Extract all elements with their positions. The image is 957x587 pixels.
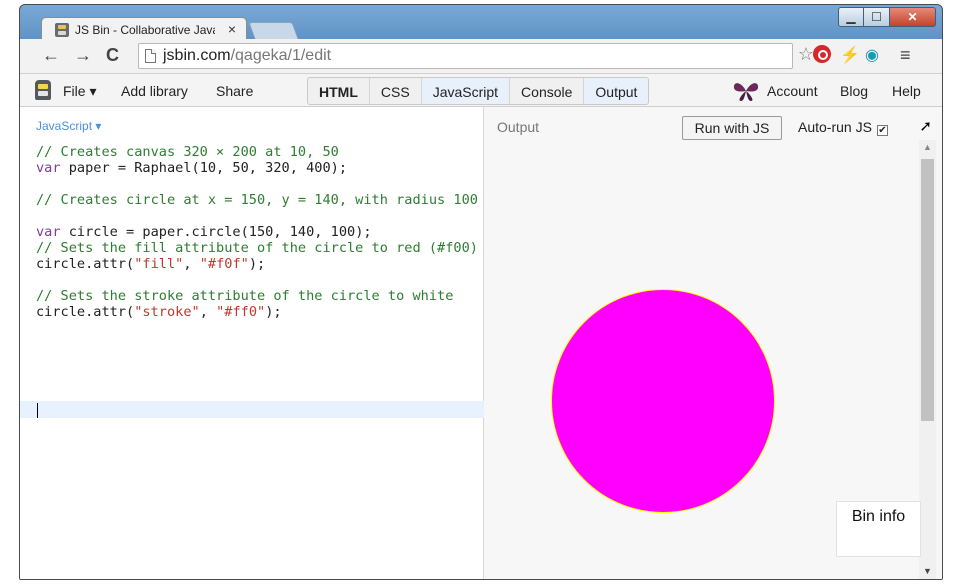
window-controls: ▁ ☐ ✕: [838, 7, 936, 27]
output-panel: Output Run with JS Auto-run JS ✔ ➚ ▲ ▼ Bi…: [484, 107, 942, 579]
help-link[interactable]: Help: [892, 83, 921, 99]
blog-link[interactable]: Blog: [840, 83, 868, 99]
hamburger-menu-icon[interactable]: ≡: [900, 45, 918, 65]
code-line[interactable]: var circle = paper.circle(150, 140, 100)…: [36, 224, 481, 240]
back-arrow-icon[interactable]: ←: [42, 45, 60, 66]
jsbin-toolbar: File ▾ Add library Share HTML CSS JavaSc…: [20, 73, 942, 107]
scrollbar-thumb[interactable]: [921, 159, 934, 421]
autorun-label: Auto-run JS: [798, 119, 872, 135]
text-caret: [37, 403, 38, 418]
code-line[interactable]: [36, 208, 481, 224]
adblock-icon[interactable]: [813, 45, 831, 63]
url-host: jsbin.com: [163, 47, 231, 64]
code-line[interactable]: [36, 176, 481, 192]
tab-javascript[interactable]: JavaScript: [421, 78, 511, 104]
tab-output[interactable]: Output: [584, 78, 649, 104]
browser-window: JS Bin - Collaborative Java × ▁ ☐ ✕ ← → …: [19, 4, 943, 580]
maximize-icon[interactable]: ☐: [864, 7, 890, 27]
scroll-up-icon[interactable]: ▲: [923, 142, 932, 152]
forward-arrow-icon[interactable]: →: [74, 45, 92, 66]
account-link[interactable]: Account: [767, 83, 818, 99]
output-label: Output: [497, 119, 540, 135]
panel-tabs: HTML CSS JavaScript Console Output: [307, 77, 650, 105]
extension-wifi-icon[interactable]: ◉: [865, 45, 883, 64]
code-line[interactable]: // Creates canvas 320 × 200 at 10, 50: [36, 144, 481, 160]
code-line[interactable]: // Sets the stroke attribute of the circ…: [36, 288, 481, 304]
minimize-icon[interactable]: ▁: [838, 7, 864, 27]
jsbin-favicon-icon: [55, 23, 69, 37]
url-path: /qageka/1/edit: [230, 47, 332, 64]
code-line[interactable]: // Creates circle at x = 150, y = 140, w…: [36, 192, 481, 208]
scroll-down-icon[interactable]: ▼: [923, 566, 932, 576]
add-library-button[interactable]: Add library: [121, 83, 188, 99]
extension-chart-icon[interactable]: ⚡: [840, 45, 860, 64]
raphael-circle: [551, 289, 775, 513]
address-bar[interactable]: jsbin.com/qageka/1/edit ☆: [138, 43, 814, 69]
run-with-js-button[interactable]: Run with JS: [682, 116, 782, 140]
reload-icon[interactable]: C: [106, 45, 119, 66]
code-line[interactable]: var paper = Raphael(10, 50, 320, 400);: [36, 160, 481, 176]
share-button[interactable]: Share: [216, 83, 253, 99]
jsbin-workspace: JavaScript ▾ // Creates canvas 320 × 200…: [20, 107, 942, 579]
browser-chrome: ← → C jsbin.com/qageka/1/edit ☆ ⚡ ◉ ≡ Fi…: [20, 39, 942, 107]
page-icon: [145, 49, 156, 63]
autorun-checkbox[interactable]: ✔: [876, 125, 888, 136]
code-line[interactable]: // Sets the fill attribute of the circle…: [36, 240, 481, 256]
bin-info-button[interactable]: Bin info: [836, 501, 921, 557]
output-scrollbar[interactable]: ▲ ▼: [919, 140, 936, 579]
bookmark-star-icon[interactable]: ☆: [798, 44, 814, 65]
url-text: jsbin.com/qageka/1/edit: [163, 47, 331, 65]
code-line[interactable]: circle.attr("stroke", "#ff0");: [36, 304, 481, 320]
autorun-toggle[interactable]: Auto-run JS ✔: [798, 119, 888, 136]
tab-close-icon[interactable]: ×: [228, 21, 236, 37]
code-area[interactable]: // Creates canvas 320 × 200 at 10, 50 var…: [36, 144, 481, 320]
tab-console[interactable]: Console: [510, 78, 585, 104]
active-line-highlight: [20, 401, 484, 418]
tab-title: JS Bin - Collaborative Java: [75, 23, 215, 37]
tab-html[interactable]: HTML: [308, 78, 370, 104]
jsbin-logo-icon[interactable]: [35, 80, 51, 100]
editor-panel-label[interactable]: JavaScript ▾: [36, 119, 101, 133]
browser-toolbar: ← → C jsbin.com/qageka/1/edit ☆ ⚡ ◉ ≡: [20, 39, 942, 73]
expand-arrow-icon[interactable]: ➚: [919, 117, 932, 135]
file-menu[interactable]: File ▾: [63, 83, 96, 100]
title-bar: JS Bin - Collaborative Java × ▁ ☐ ✕: [20, 5, 942, 42]
close-window-icon[interactable]: ✕: [890, 7, 936, 27]
code-line[interactable]: [36, 272, 481, 288]
butterfly-avatar-icon[interactable]: [731, 79, 761, 103]
javascript-editor[interactable]: JavaScript ▾ // Creates canvas 320 × 200…: [20, 107, 484, 579]
tab-css[interactable]: CSS: [370, 78, 422, 104]
code-line[interactable]: circle.attr("fill", "#f0f");: [36, 256, 481, 272]
